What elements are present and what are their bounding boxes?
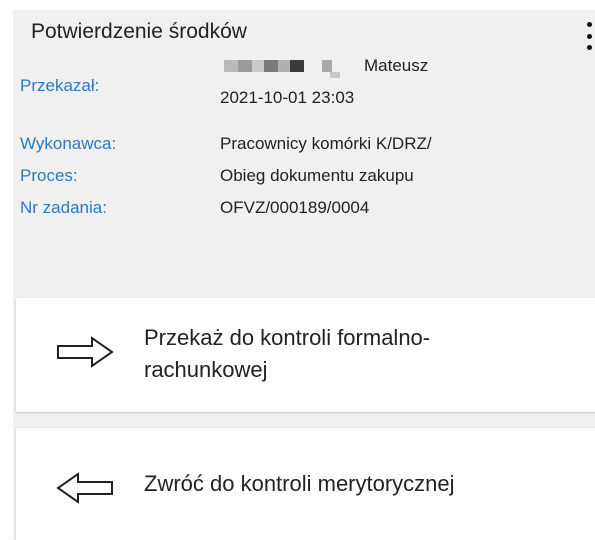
panel-title: Potwierdzenie środków — [31, 20, 247, 43]
wykonawca-value: Pracownicy komórki K/DRZ/ — [220, 134, 432, 153]
arrow-right-icon — [56, 336, 114, 373]
proces-label: Proces: — [20, 166, 78, 185]
przekazal-name: Mateusz — [364, 56, 429, 75]
przekazal-datetime: 2021-10-01 23:03 — [220, 88, 355, 107]
arrow-left-icon — [56, 472, 114, 509]
przekazal-label: Przekazał: — [20, 76, 100, 95]
redaction-fragment — [330, 72, 340, 78]
return-button-label: Zwróć do kontroli merytorycznej — [144, 471, 455, 496]
forward-to-formal-control-button[interactable]: Przekaż do kontroli formalno-rachunkowej — [16, 298, 595, 412]
nr-zadania-label: Nr zadania: — [20, 198, 107, 217]
proces-value: Obieg dokumentu zakupu — [220, 166, 414, 185]
return-to-substantive-control-button[interactable]: Zwróć do kontroli merytorycznej — [16, 428, 595, 540]
redacted-name — [224, 60, 332, 72]
wykonawca-label: Wykonawca: — [20, 134, 117, 153]
more-options-icon[interactable] — [585, 22, 593, 50]
forward-button-label: Przekaż do kontroli formalno-rachunkowej — [144, 325, 431, 382]
nr-zadania-value: OFVZ/000189/0004 — [220, 198, 370, 217]
